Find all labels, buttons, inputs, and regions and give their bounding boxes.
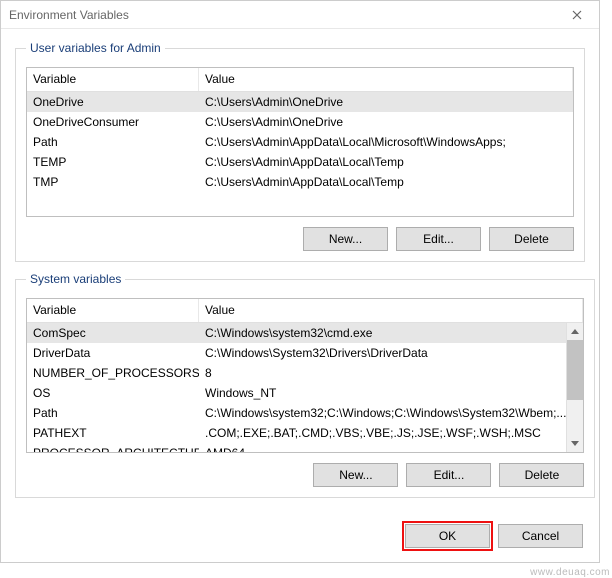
window-title: Environment Variables [9, 8, 129, 22]
system-variables-list[interactable]: Variable Value ComSpec C:\Windows\system… [26, 298, 584, 453]
cell-value: C:\Windows\System32\Drivers\DriverData [199, 346, 566, 360]
system-delete-button[interactable]: Delete [499, 463, 584, 487]
scroll-thumb[interactable] [567, 340, 583, 400]
close-icon [572, 10, 582, 20]
cell-variable: Path [27, 135, 199, 149]
table-row[interactable]: OneDriveConsumer C:\Users\Admin\OneDrive [27, 112, 573, 132]
ok-button[interactable]: OK [405, 524, 490, 548]
user-header-value[interactable]: Value [199, 68, 573, 91]
table-row[interactable]: NUMBER_OF_PROCESSORS 8 [27, 363, 566, 383]
table-row[interactable]: PROCESSOR_ARCHITECTURE AMD64 [27, 443, 566, 452]
user-variables-list[interactable]: Variable Value OneDrive C:\Users\Admin\O… [26, 67, 574, 217]
table-row[interactable]: DriverData C:\Windows\System32\Drivers\D… [27, 343, 566, 363]
cancel-button[interactable]: Cancel [498, 524, 583, 548]
user-new-button[interactable]: New... [303, 227, 388, 251]
table-row[interactable]: Path C:\Users\Admin\AppData\Local\Micros… [27, 132, 573, 152]
system-new-button[interactable]: New... [313, 463, 398, 487]
table-row[interactable]: PATHEXT .COM;.EXE;.BAT;.CMD;.VBS;.VBE;.J… [27, 423, 566, 443]
cell-variable: ComSpec [27, 326, 199, 340]
cell-value: AMD64 [199, 446, 566, 452]
cell-variable: NUMBER_OF_PROCESSORS [27, 366, 199, 380]
system-header-value[interactable]: Value [199, 299, 583, 322]
table-row[interactable]: Path C:\Windows\system32;C:\Windows;C:\W… [27, 403, 566, 423]
cell-value: 8 [199, 366, 566, 380]
table-row[interactable]: ComSpec C:\Windows\system32\cmd.exe [27, 323, 566, 343]
system-variables-group: System variables Variable Value ComSpec … [15, 272, 595, 498]
user-variables-group: User variables for Admin Variable Value … [15, 41, 585, 262]
system-variables-legend: System variables [26, 272, 125, 286]
cell-variable: OneDrive [27, 95, 199, 109]
scroll-down-button[interactable] [567, 435, 583, 452]
table-row[interactable]: OS Windows_NT [27, 383, 566, 403]
user-delete-button[interactable]: Delete [489, 227, 574, 251]
table-row[interactable]: TMP C:\Users\Admin\AppData\Local\Temp [27, 172, 573, 192]
cell-variable: TMP [27, 175, 199, 189]
scroll-up-button[interactable] [567, 323, 583, 340]
system-list-header: Variable Value [27, 299, 583, 323]
cell-value: C:\Users\Admin\AppData\Local\Microsoft\W… [199, 135, 573, 149]
chevron-down-icon [571, 441, 579, 446]
watermark: www.deuaq.com [530, 567, 610, 578]
cell-variable: PROCESSOR_ARCHITECTURE [27, 446, 199, 452]
cell-value: C:\Windows\system32;C:\Windows;C:\Window… [199, 406, 566, 420]
cell-value: Windows_NT [199, 386, 566, 400]
user-edit-button[interactable]: Edit... [396, 227, 481, 251]
user-list-header: Variable Value [27, 68, 573, 92]
chevron-up-icon [571, 329, 579, 334]
user-header-variable[interactable]: Variable [27, 68, 199, 91]
cell-value: C:\Users\Admin\OneDrive [199, 95, 573, 109]
user-variables-legend: User variables for Admin [26, 41, 165, 55]
cell-variable: PATHEXT [27, 426, 199, 440]
cell-variable: Path [27, 406, 199, 420]
cell-variable: TEMP [27, 155, 199, 169]
system-header-variable[interactable]: Variable [27, 299, 199, 322]
cell-value: .COM;.EXE;.BAT;.CMD;.VBS;.VBE;.JS;.JSE;.… [199, 426, 566, 440]
cell-variable: DriverData [27, 346, 199, 360]
table-row[interactable]: OneDrive C:\Users\Admin\OneDrive [27, 92, 573, 112]
titlebar: Environment Variables [1, 1, 599, 29]
cell-value: C:\Users\Admin\AppData\Local\Temp [199, 155, 573, 169]
cell-variable: OS [27, 386, 199, 400]
cell-value: C:\Users\Admin\AppData\Local\Temp [199, 175, 573, 189]
cell-value: C:\Windows\system32\cmd.exe [199, 326, 566, 340]
cell-value: C:\Users\Admin\OneDrive [199, 115, 573, 129]
system-list-scrollbar[interactable] [566, 323, 583, 452]
cell-variable: OneDriveConsumer [27, 115, 199, 129]
system-edit-button[interactable]: Edit... [406, 463, 491, 487]
close-button[interactable] [554, 1, 599, 28]
table-row[interactable]: TEMP C:\Users\Admin\AppData\Local\Temp [27, 152, 573, 172]
